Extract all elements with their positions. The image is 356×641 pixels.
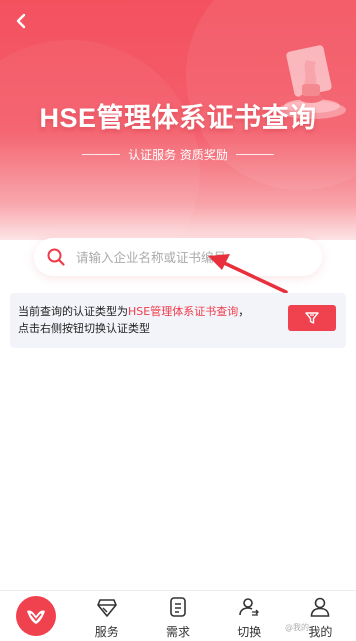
page-title: HSE管理体系证书查询 (39, 103, 317, 133)
tab-home-logo[interactable] (0, 591, 71, 641)
document-icon (170, 597, 186, 617)
hero-decor-circle (0, 40, 200, 240)
current-cert-type: HSE管理体系证书查询 (128, 305, 239, 318)
info-text: 当前查询的认证类型为HSE管理体系证书查询， 点击右侧按钮切换认证类型 (18, 303, 288, 337)
tab-label: 切换 (237, 625, 262, 639)
info-suffix: ， (238, 305, 250, 318)
filter-button[interactable] (288, 305, 336, 331)
user-switch-icon (239, 598, 260, 616)
filter-icon (305, 312, 319, 324)
user-icon (311, 597, 330, 617)
tab-mine[interactable]: 我的 (285, 591, 356, 641)
tab-switch[interactable]: 切换 (214, 591, 285, 641)
tab-service[interactable]: 服务 (71, 591, 142, 641)
tab-label: 我的 (308, 625, 333, 639)
subtitle-text: 认证服务 资质奖励 (128, 148, 228, 162)
info-card: 当前查询的认证类型为HSE管理体系证书查询， 点击右侧按钮切换认证类型 (10, 293, 346, 348)
tab-label: 服务 (94, 625, 119, 639)
search-input[interactable] (76, 249, 296, 265)
info-hint: 点击右侧按钮切换认证类型 (18, 322, 150, 335)
search-icon (47, 248, 65, 266)
tab-demand[interactable]: 需求 (142, 591, 213, 641)
diamond-icon (96, 599, 117, 617)
back-arrow-icon[interactable] (12, 10, 32, 32)
app-logo-icon (15, 596, 56, 636)
subtitle-divider (235, 154, 274, 155)
info-prefix: 当前查询的认证类型为 (18, 305, 128, 318)
hero-banner: HSE管理体系证书查询 认证服务 资质奖励 (0, 0, 356, 240)
tab-label: 需求 (166, 625, 191, 639)
bottom-tab-bar: 服务 需求 切换 我的 (0, 590, 356, 641)
search-bar[interactable] (34, 238, 322, 276)
subtitle-divider (82, 154, 121, 155)
watermark: @我的 (285, 623, 309, 632)
page-subtitle: 认证服务 资质奖励 (0, 146, 356, 163)
